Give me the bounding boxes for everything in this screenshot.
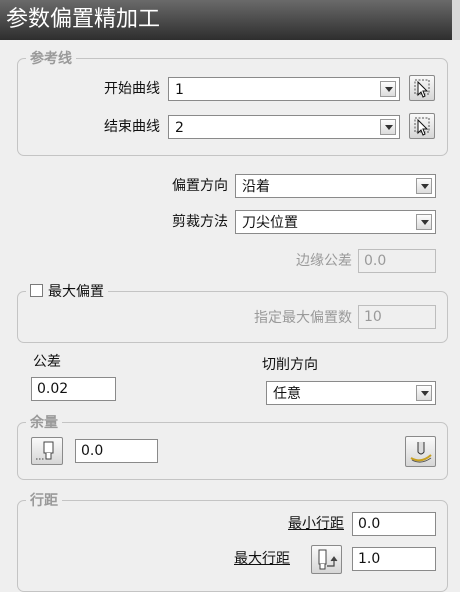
start-curve-pick-button[interactable] bbox=[409, 75, 435, 101]
trim-method-label: 剪裁方法 bbox=[172, 214, 228, 230]
end-curve-pick-button[interactable] bbox=[409, 113, 435, 139]
max-offset-count-input[interactable]: 10 bbox=[358, 305, 436, 329]
max-offset-checkbox-label: 最大偏置 bbox=[48, 284, 104, 300]
component-thickness-button[interactable] bbox=[405, 436, 436, 467]
edge-tolerance-input[interactable]: 0.0 bbox=[358, 249, 436, 273]
end-curve-select[interactable]: 2 bbox=[168, 115, 400, 139]
min-stepover-label[interactable]: 最小行距 bbox=[250, 514, 344, 534]
max-offset-checkbox[interactable] bbox=[30, 284, 43, 297]
trim-method-select[interactable]: 刀尖位置 bbox=[235, 210, 436, 234]
chevron-down-icon[interactable] bbox=[416, 385, 432, 401]
offset-direction-value: 沿着 bbox=[242, 179, 270, 195]
cut-direction-value: 任意 bbox=[273, 386, 301, 402]
window-title: 参数偏置精加工 bbox=[0, 0, 460, 40]
chevron-down-icon[interactable] bbox=[380, 81, 396, 97]
max-offset-header: 最大偏置 bbox=[26, 284, 108, 300]
max-offset-count-label: 指定最大偏置数 bbox=[254, 310, 352, 326]
edge-tolerance-label: 边缘公差 bbox=[296, 253, 352, 269]
start-curve-value: 1 bbox=[175, 82, 184, 98]
max-stepover-input[interactable]: 1.0 bbox=[352, 547, 436, 571]
trim-method-value: 刀尖位置 bbox=[242, 215, 298, 231]
reference-lines-group bbox=[17, 58, 448, 156]
stepover-label: 行距 bbox=[26, 493, 62, 509]
end-curve-label: 结束曲线 bbox=[104, 119, 160, 135]
start-curve-label: 开始曲线 bbox=[104, 81, 160, 97]
cut-direction-select[interactable]: 任意 bbox=[266, 381, 436, 405]
end-curve-value: 2 bbox=[175, 120, 184, 136]
tolerance-label: 公差 bbox=[33, 354, 61, 370]
chevron-down-icon[interactable] bbox=[416, 214, 432, 230]
thickness-tool-button[interactable] bbox=[31, 437, 63, 465]
thickness-label: 余量 bbox=[26, 415, 62, 431]
cut-direction-label: 切削方向 bbox=[262, 357, 318, 373]
component-thickness-icon bbox=[410, 442, 432, 463]
offset-direction-label: 偏置方向 bbox=[172, 178, 228, 194]
reference-lines-label: 参考线 bbox=[26, 51, 76, 67]
tool-thickness-icon bbox=[36, 441, 54, 460]
tolerance-input[interactable]: 0.02 bbox=[31, 377, 116, 401]
stepover-link-icon bbox=[318, 549, 338, 570]
chevron-down-icon[interactable] bbox=[416, 178, 432, 194]
start-curve-select[interactable]: 1 bbox=[168, 77, 400, 101]
pointer-select-icon bbox=[414, 79, 430, 98]
pointer-select-icon bbox=[414, 117, 430, 136]
chevron-down-icon[interactable] bbox=[380, 119, 396, 135]
min-stepover-input[interactable]: 0.0 bbox=[352, 512, 436, 536]
thickness-input[interactable]: 0.0 bbox=[75, 439, 158, 463]
offset-direction-select[interactable]: 沿着 bbox=[235, 174, 436, 198]
max-stepover-label[interactable]: 最大行距 bbox=[200, 549, 290, 569]
title-bar-edge bbox=[452, 0, 460, 40]
stepover-link-button[interactable] bbox=[311, 545, 342, 574]
